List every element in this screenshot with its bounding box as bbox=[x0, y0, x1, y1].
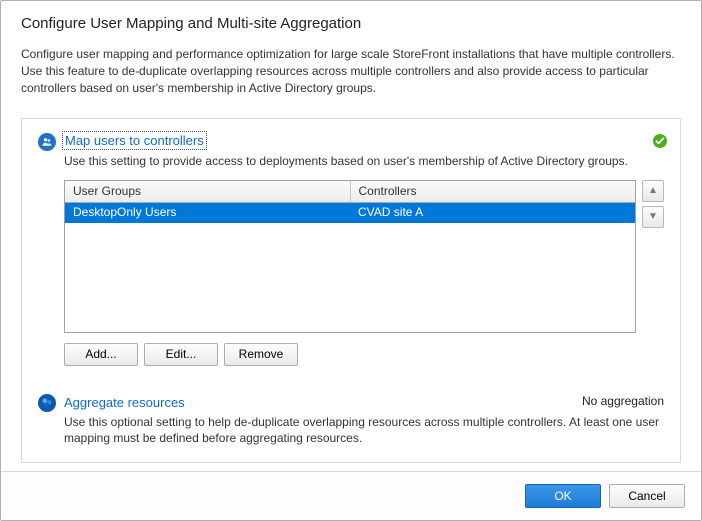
chevron-down-icon: ▼ bbox=[648, 211, 658, 222]
move-up-button[interactable]: ▲ bbox=[642, 180, 664, 202]
table-header: User Groups Controllers bbox=[65, 181, 635, 203]
aggregate-status: No aggregation bbox=[582, 394, 664, 408]
mapping-desc: Use this setting to provide access to de… bbox=[64, 153, 664, 169]
chevron-up-icon: ▲ bbox=[648, 185, 658, 196]
main-panel: Map users to controllers Use this settin… bbox=[21, 118, 681, 463]
dialog-window: Configure User Mapping and Multi-site Ag… bbox=[0, 0, 702, 521]
table-body: DesktopOnly Users CVAD site A bbox=[65, 203, 635, 332]
edit-button[interactable]: Edit... bbox=[144, 343, 218, 366]
check-icon bbox=[652, 133, 668, 149]
col-header-controllers[interactable]: Controllers bbox=[351, 181, 636, 202]
move-down-button[interactable]: ▼ bbox=[642, 206, 664, 228]
aggregate-link[interactable]: Aggregate resources bbox=[64, 395, 185, 410]
aggregate-desc: Use this optional setting to help de-dup… bbox=[64, 414, 664, 446]
remove-button[interactable]: Remove bbox=[224, 343, 298, 366]
mapping-button-row: Add... Edit... Remove bbox=[64, 343, 664, 366]
add-button[interactable]: Add... bbox=[64, 343, 138, 366]
dialog-footer: OK Cancel bbox=[1, 471, 701, 520]
ok-button[interactable]: OK bbox=[525, 484, 601, 508]
dialog-intro: Configure user mapping and performance o… bbox=[1, 36, 701, 102]
table-row[interactable]: DesktopOnly Users CVAD site A bbox=[65, 203, 635, 223]
users-icon bbox=[38, 133, 56, 151]
dialog-title: Configure User Mapping and Multi-site Ag… bbox=[1, 1, 701, 36]
aggregate-section-head: Aggregate resources No aggregation bbox=[38, 394, 664, 412]
cell-user-group: DesktopOnly Users bbox=[65, 203, 350, 223]
col-header-user-groups[interactable]: User Groups bbox=[65, 181, 351, 202]
mapping-grid-wrap: User Groups Controllers DesktopOnly User… bbox=[64, 180, 664, 333]
reorder-arrows: ▲ ▼ bbox=[642, 180, 664, 333]
cell-controllers: CVAD site A bbox=[350, 203, 635, 223]
mapping-section-head: Map users to controllers bbox=[38, 133, 664, 151]
mapping-table[interactable]: User Groups Controllers DesktopOnly User… bbox=[64, 180, 636, 333]
aggregate-icon bbox=[38, 394, 56, 412]
cancel-button[interactable]: Cancel bbox=[609, 484, 685, 508]
map-users-link[interactable]: Map users to controllers bbox=[64, 133, 205, 148]
